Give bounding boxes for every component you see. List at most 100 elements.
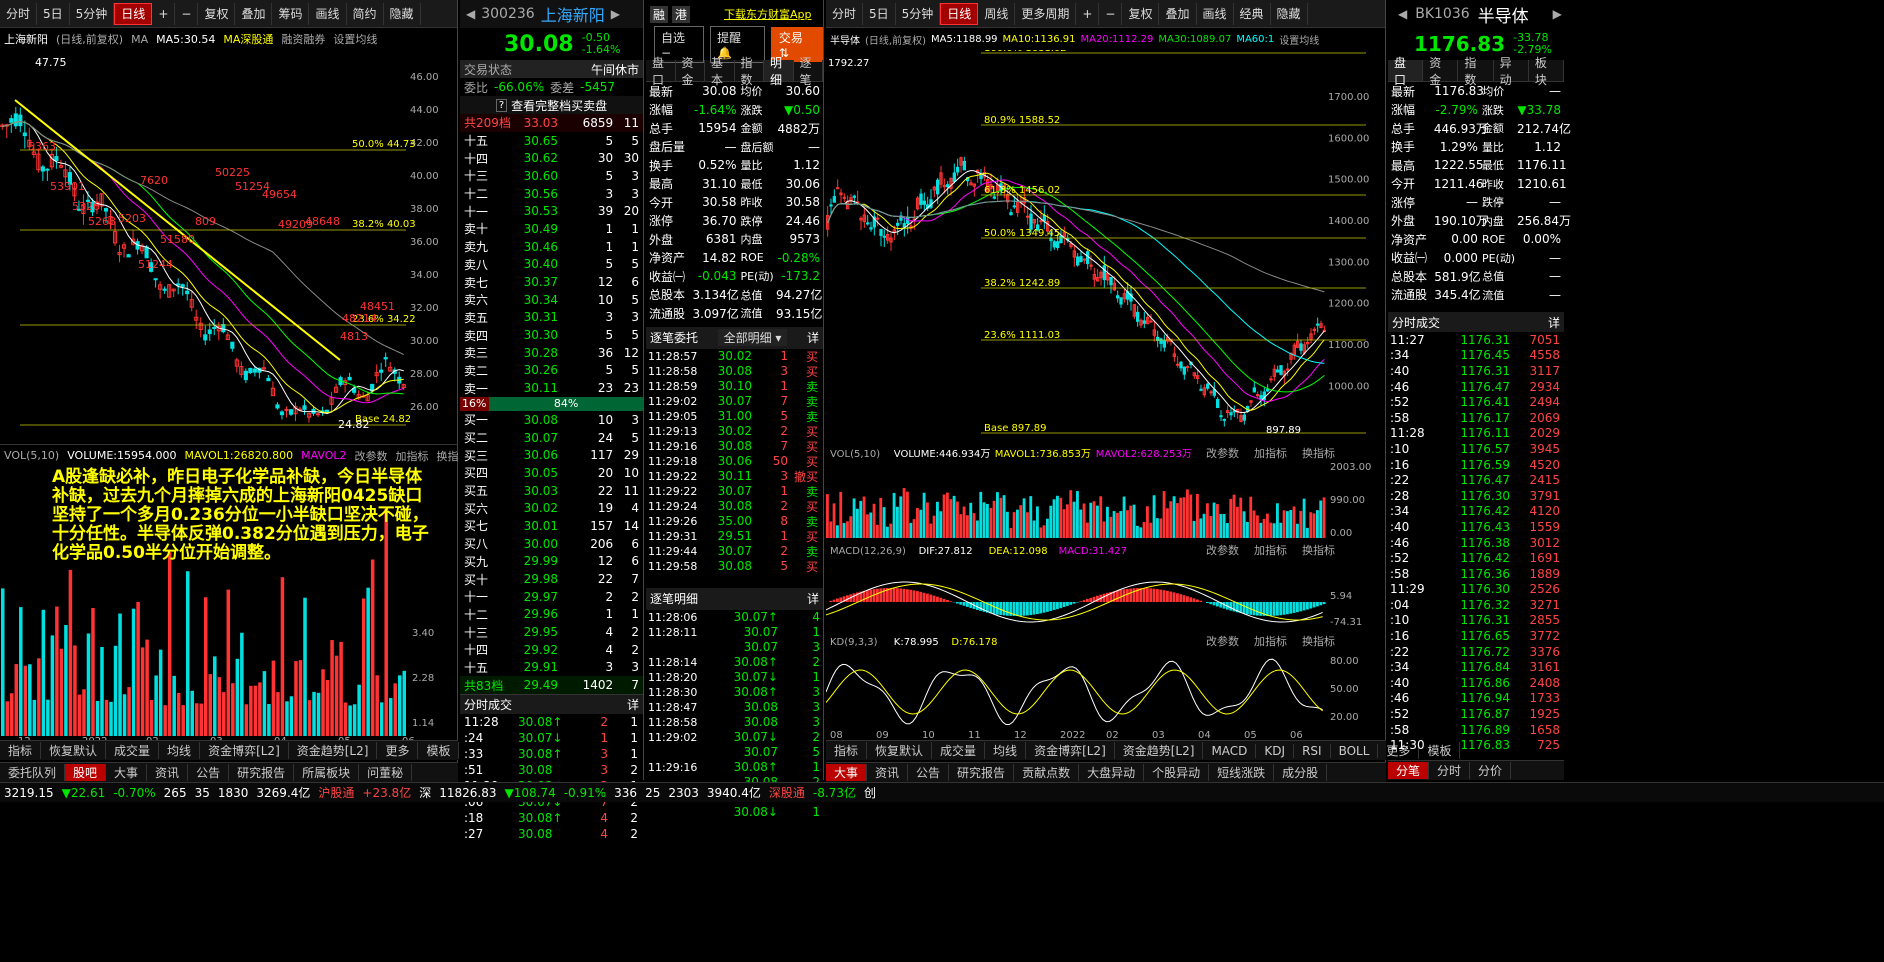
buys-row[interactable]: 买四 30.05 20 10 [460, 464, 643, 482]
tab-1[interactable]: 资讯 [867, 764, 909, 781]
ob-ticks-detail-btn[interactable]: 详 [627, 696, 639, 713]
tab-1[interactable]: 股吧 [65, 764, 107, 781]
tab-0[interactable]: 大事 [826, 764, 868, 781]
toolbar-btn-1[interactable]: 5日 [863, 2, 896, 25]
toolbar-btn-7[interactable]: 叠加 [235, 2, 273, 25]
buys-row[interactable]: 买六 30.02 19 4 [460, 499, 643, 517]
right-ma-settings[interactable]: 设置均线 [1279, 32, 1319, 47]
toolbar-btn-5[interactable]: − [175, 2, 199, 25]
toolbar-btn-2[interactable]: 5分钟 [896, 2, 941, 25]
sells-row[interactable]: 卖八 30.40 5 5 [460, 256, 643, 274]
trades-detail-btn[interactable]: 详 [807, 329, 819, 346]
tab-0[interactable]: 分笔 [1388, 762, 1430, 779]
trades-filter-select[interactable]: 全部明细 ▾ [717, 329, 788, 346]
tab-3[interactable]: 异动 [1494, 56, 1529, 87]
tab-6[interactable]: 所属板块 [294, 764, 360, 781]
toolbar-btn-0[interactable]: 分时 [826, 2, 864, 25]
sells-row[interactable]: 卖七 30.37 12 6 [460, 273, 643, 291]
sub-btn[interactable]: 换指标 [1302, 543, 1335, 557]
buys-row[interactable]: 十二 29.96 1 1 [460, 606, 643, 624]
sells-row[interactable]: 卖三 30.28 36 12 [460, 344, 643, 362]
buys-row[interactable]: 十三 29.95 4 2 [460, 623, 643, 641]
change-param-btn[interactable]: 改参数 [355, 448, 388, 464]
tab-3[interactable]: 资讯 [147, 764, 189, 781]
ma-settings[interactable]: 设置均线 [333, 31, 377, 47]
sells-row[interactable]: 十五 30.65 5 5 [460, 132, 643, 150]
toolbar-btn-3[interactable]: 日线 [940, 2, 979, 25]
toolbar-btn-6[interactable]: + [1076, 2, 1100, 25]
sells-row[interactable]: 卖二 30.26 5 5 [460, 362, 643, 380]
sub-btn[interactable]: 换指标 [1302, 634, 1335, 648]
toolbar-btn-6[interactable]: 复权 [198, 2, 236, 25]
sub-btn[interactable]: 加指标 [1254, 543, 1287, 557]
sells-row[interactable]: 十四 30.62 30 30 [460, 149, 643, 167]
tab-0[interactable]: 盘口 [1388, 56, 1424, 87]
stock-name[interactable]: 上海新阳 [541, 2, 605, 26]
toolbar-btn-8[interactable]: 筹码 [272, 2, 310, 25]
sells-row[interactable]: 卖五 30.31 3 3 [460, 309, 643, 327]
tab-1[interactable]: 分时 [1429, 762, 1471, 779]
tab-6[interactable]: 更多 [377, 742, 419, 759]
next-index-icon[interactable]: ▶ [1553, 7, 1562, 21]
sub-btn[interactable]: 加指标 [1254, 634, 1287, 648]
tab-8[interactable]: RSI [1294, 743, 1331, 758]
sub-btn[interactable]: 改参数 [1206, 543, 1239, 557]
buys-row[interactable]: 买三 30.06 117 29 [460, 446, 643, 464]
toolbar-btn-0[interactable]: 分时 [0, 2, 38, 25]
buys-row[interactable]: 买九 29.99 12 6 [460, 553, 643, 571]
sells-row[interactable]: 十三 30.60 5 3 [460, 167, 643, 185]
buys-row[interactable]: 十五 29.91 3 3 [460, 659, 643, 677]
sells-row[interactable]: 卖四 30.30 5 5 [460, 326, 643, 344]
buys-row[interactable]: 买八 30.00 206 6 [460, 535, 643, 553]
tab-2[interactable]: 公告 [908, 764, 950, 781]
tab-1[interactable]: 资金 [1423, 56, 1459, 87]
toolbar-btn-4[interactable]: + [152, 2, 176, 25]
toolbar-btn-3[interactable]: 日线 [114, 2, 153, 25]
toolbar-btn-11[interactable]: 隐藏 [384, 2, 421, 25]
toolbar-btn-11[interactable]: 经典 [1234, 2, 1271, 25]
tab-2[interactable]: 大事 [106, 764, 148, 781]
tab-2[interactable]: 基本 [705, 56, 735, 87]
sub-btn[interactable]: 换指标 [1302, 446, 1335, 460]
tab-5[interactable]: 大盘异动 [1079, 764, 1145, 781]
sub-btn[interactable]: 改参数 [1206, 634, 1239, 648]
sub-btn[interactable]: 加指标 [1254, 446, 1287, 460]
tab-7[interactable]: 短线涨跌 [1209, 764, 1275, 781]
mingxi-detail-btn[interactable]: 详 [807, 590, 819, 607]
tab-3[interactable]: 研究报告 [949, 764, 1015, 781]
tab-1[interactable]: 资金 [676, 56, 705, 87]
toolbar-btn-10[interactable]: 画线 [1197, 2, 1234, 25]
toolbar-btn-4[interactable]: 周线 [978, 2, 1016, 25]
tab-5[interactable]: 资金趋势[L2] [289, 742, 378, 759]
left-chart-mode[interactable]: (日线,前复权) [56, 31, 123, 47]
sells-row[interactable]: 十一 30.53 39 20 [460, 202, 643, 220]
tab-2[interactable]: 分价 [1470, 762, 1512, 779]
sells-row[interactable]: 卖一 30.11 23 23 [460, 379, 643, 397]
sells-row[interactable]: 卖十 30.49 1 1 [460, 220, 643, 238]
buys-row[interactable]: 买一 30.08 10 3 [460, 411, 643, 429]
tab-3[interactable]: 均线 [159, 742, 201, 759]
tab-6[interactable]: MACD [1203, 743, 1257, 758]
tab-2[interactable]: 指数 [1458, 56, 1494, 87]
right-price-chart[interactable]: 1700.00 1600.00 1500.00 1400.00 1300.00 1200.… [826, 50, 1386, 440]
tab-9[interactable]: BOLL [1331, 743, 1379, 758]
tab-4[interactable]: 资金博弈[L2] [200, 742, 289, 759]
right-sub-charts[interactable]: VOL(5,10) VOLUME:446.934万 MAVOL1:736.853万 M… [826, 442, 1386, 742]
download-app-link[interactable]: 下载东方财富App [724, 6, 812, 22]
tab-5[interactable]: 研究报告 [229, 764, 295, 781]
tab-3[interactable]: 均线 [985, 742, 1027, 759]
tab-0[interactable]: 盘口 [646, 56, 676, 87]
tab-5[interactable]: 资金趋势[L2] [1115, 742, 1204, 759]
tab-1[interactable]: 恢复默认 [867, 742, 933, 759]
toolbar-btn-10[interactable]: 简约 [347, 2, 384, 25]
toolbar-btn-8[interactable]: 复权 [1122, 2, 1160, 25]
tab-2[interactable]: 成交量 [932, 742, 986, 759]
sells-row[interactable]: 卖九 30.46 1 1 [460, 238, 643, 256]
index-ticks-detail-btn[interactable]: 详 [1548, 314, 1560, 331]
tab-2[interactable]: 成交量 [106, 742, 160, 759]
tab-4[interactable]: 公告 [188, 764, 230, 781]
buys-row[interactable]: 买五 30.03 22 11 [460, 482, 643, 500]
sub-btn[interactable]: 改参数 [1206, 446, 1239, 460]
next-stock-icon[interactable]: ▶ [611, 7, 620, 21]
add-indicator-btn[interactable]: 加指标 [396, 448, 429, 464]
